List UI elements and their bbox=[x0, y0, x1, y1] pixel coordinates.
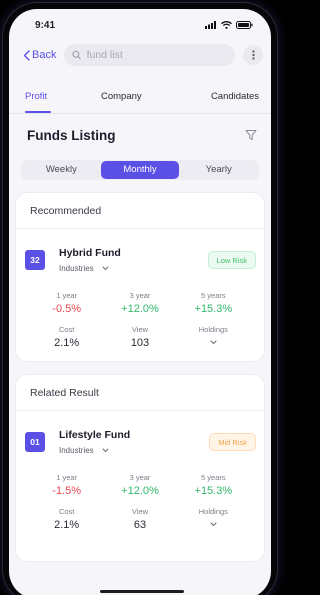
nav-bar: Back bbox=[9, 41, 271, 69]
fund-name: Lifestyle Fund bbox=[59, 429, 131, 441]
filter-icon[interactable] bbox=[245, 129, 257, 141]
holdings-toggle[interactable] bbox=[177, 340, 250, 345]
fund-badge: 32 bbox=[25, 250, 45, 270]
metric-value: +12.0% bbox=[121, 485, 159, 497]
metric-cost: Cost 2.1% bbox=[30, 507, 103, 531]
holdings-toggle[interactable] bbox=[177, 522, 250, 527]
fund-category-dropdown[interactable]: Industries bbox=[59, 446, 209, 455]
fund-name: Hybrid Fund bbox=[59, 247, 121, 259]
metric-3-year: 3 year +12.0% bbox=[103, 473, 176, 497]
metric-value: -1.5% bbox=[52, 485, 82, 497]
search-input[interactable] bbox=[86, 49, 227, 61]
metric-value: 103 bbox=[130, 337, 150, 349]
metric-1-year: 1 year -0.5% bbox=[30, 291, 103, 315]
metric-view: View 103 bbox=[103, 325, 176, 349]
related-section: Related Result 01 Lifestyle Fund Industr… bbox=[15, 374, 265, 562]
risk-badge: Mid Risk bbox=[209, 433, 256, 451]
fund-category: Industries bbox=[59, 264, 94, 273]
wifi-icon bbox=[221, 21, 232, 29]
metric-value: 2.1% bbox=[54, 519, 80, 531]
listing-title: Funds Listing bbox=[27, 127, 116, 143]
section-title: Recommended bbox=[16, 193, 264, 229]
metric-label: 5 years bbox=[201, 473, 226, 482]
chevron-down-icon bbox=[102, 266, 109, 271]
metric-label: Holdings bbox=[198, 325, 228, 334]
home-indicator bbox=[100, 590, 184, 593]
fund-category-dropdown[interactable]: Industries bbox=[59, 264, 208, 273]
tab-divider bbox=[9, 113, 271, 114]
fund-card-lifestyle[interactable]: 01 Lifestyle Fund Industries Mid Risk bbox=[16, 411, 264, 461]
metric-label: View bbox=[131, 507, 149, 516]
chevron-left-icon bbox=[23, 49, 30, 61]
section-title: Related Result bbox=[16, 375, 264, 411]
metric-value: +15.3% bbox=[194, 303, 233, 315]
chevron-down-icon bbox=[210, 340, 217, 345]
tab-bar: Profit Company Candidates bbox=[9, 79, 271, 113]
metric-label: 1 year bbox=[56, 291, 78, 300]
back-button[interactable]: Back bbox=[23, 49, 56, 61]
tab-company[interactable]: Company bbox=[101, 79, 197, 113]
signal-icon bbox=[205, 21, 216, 29]
tab-candidates[interactable]: Candidates bbox=[197, 79, 261, 113]
metric-value: 2.1% bbox=[54, 337, 80, 349]
metric-label: View bbox=[131, 325, 149, 334]
metric-5-years: 5 years +15.3% bbox=[177, 291, 250, 315]
period-yearly[interactable]: Yearly bbox=[179, 161, 258, 179]
chevron-down-icon bbox=[102, 448, 109, 453]
risk-badge: Low Risk bbox=[207, 251, 256, 269]
back-label: Back bbox=[32, 49, 57, 61]
fund-badge: 01 bbox=[25, 432, 45, 452]
listing-header: Funds Listing bbox=[9, 126, 271, 144]
metric-value: +15.3% bbox=[194, 485, 233, 497]
search-box[interactable] bbox=[64, 44, 235, 66]
status-bar: 9:41 bbox=[9, 9, 271, 41]
metric-holdings[interactable]: Holdings bbox=[177, 325, 250, 349]
phone-frame: 9:41 Back Profit Company Candidat bbox=[3, 3, 277, 595]
app-screen: 9:41 Back Profit Company Candidat bbox=[9, 9, 271, 595]
metric-5-years: 5 years +15.3% bbox=[177, 473, 250, 497]
metric-label: 1 year bbox=[56, 473, 78, 482]
tab-profit[interactable]: Profit bbox=[25, 79, 101, 113]
search-icon bbox=[72, 50, 82, 60]
more-button[interactable] bbox=[243, 45, 263, 65]
metric-view: View 63 bbox=[103, 507, 176, 531]
battery-icon bbox=[236, 21, 253, 29]
metric-holdings[interactable]: Holdings bbox=[177, 507, 250, 531]
status-icons bbox=[205, 21, 253, 29]
chevron-down-icon bbox=[210, 522, 217, 527]
metric-1-year: 1 year -1.5% bbox=[30, 473, 103, 497]
metric-value: -0.5% bbox=[52, 303, 82, 315]
more-icon bbox=[251, 50, 255, 60]
metric-label: 3 year bbox=[129, 291, 151, 300]
period-monthly[interactable]: Monthly bbox=[100, 161, 180, 179]
period-selector: Weekly Monthly Yearly bbox=[21, 160, 259, 180]
metric-3-year: 3 year +12.0% bbox=[103, 291, 176, 315]
recommended-section: Recommended 32 Hybrid Fund Industries Lo… bbox=[15, 192, 265, 362]
fund-info: Lifestyle Fund Industries bbox=[59, 429, 209, 455]
metric-label: 5 years bbox=[201, 291, 226, 300]
period-weekly[interactable]: Weekly bbox=[22, 161, 101, 179]
metric-cost: Cost 2.1% bbox=[30, 325, 103, 349]
metric-value: 63 bbox=[133, 519, 147, 531]
fund-category: Industries bbox=[59, 446, 94, 455]
metric-label: Cost bbox=[58, 507, 75, 516]
status-time: 9:41 bbox=[35, 19, 56, 31]
metric-label: Holdings bbox=[198, 507, 228, 516]
metric-value: +12.0% bbox=[121, 303, 159, 315]
metric-label: Cost bbox=[58, 325, 75, 334]
fund-metrics: 1 year -0.5% 3 year +12.0% 5 years +15.3… bbox=[16, 279, 264, 349]
fund-card-hybrid[interactable]: 32 Hybrid Fund Industries Low Risk bbox=[16, 229, 264, 279]
metric-label: 3 year bbox=[129, 473, 151, 482]
fund-info: Hybrid Fund Industries bbox=[59, 247, 208, 273]
fund-metrics: 1 year -1.5% 3 year +12.0% 5 years +15.3… bbox=[16, 461, 264, 531]
